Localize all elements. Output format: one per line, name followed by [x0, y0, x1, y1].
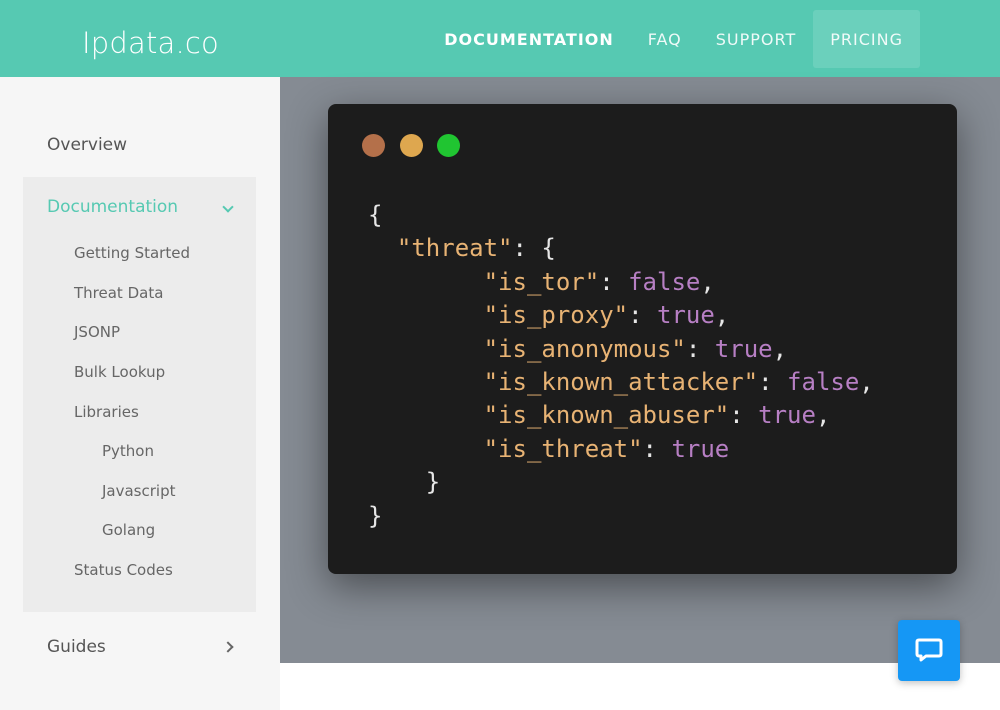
code-comma: ,: [714, 301, 730, 330]
code-value: true: [671, 434, 730, 463]
nav-pricing[interactable]: PRICING: [813, 10, 920, 68]
sidebar-item-threat-data[interactable]: Threat Data: [74, 284, 163, 302]
code-comma: ,: [700, 267, 715, 296]
hero-banner: { "threat": { "is_tor": false, "is_proxy…: [280, 77, 1000, 663]
code-key: "is_tor": [483, 267, 600, 296]
brand-logo[interactable]: Ipdata.co: [82, 26, 219, 60]
code-brace: }: [425, 468, 441, 497]
sidebar-item-bulk-lookup[interactable]: Bulk Lookup: [74, 363, 165, 381]
sidebar-group-documentation: Documentation Getting Started Threat Dat…: [23, 177, 256, 612]
code-comma: ,: [815, 401, 831, 430]
chat-bubble-icon: [915, 638, 943, 662]
sidebar-item-python[interactable]: Python: [102, 442, 154, 460]
sidebar-item-documentation[interactable]: Documentation: [47, 197, 178, 217]
code-punct: : {: [512, 234, 556, 263]
window-maximize-dot-icon: [437, 134, 460, 157]
chevron-right-icon[interactable]: [222, 641, 234, 653]
code-key: "threat": [396, 234, 513, 263]
code-comma: ,: [772, 334, 788, 363]
code-comma: ,: [859, 368, 874, 397]
sidebar-item-javascript[interactable]: Javascript: [102, 482, 175, 500]
chat-widget-button[interactable]: [898, 620, 960, 681]
sidebar-item-getting-started[interactable]: Getting Started: [74, 244, 190, 262]
code-key: "is_proxy": [483, 301, 629, 330]
sidebar-item-golang[interactable]: Golang: [102, 521, 155, 539]
top-header: Ipdata.co DOCUMENTATION FAQ SUPPORT PRIC…: [0, 0, 1000, 77]
sidebar-item-libraries[interactable]: Libraries: [74, 403, 139, 421]
json-code-block: { "threat": { "is_tor": false, "is_proxy…: [368, 201, 874, 530]
code-value: true: [657, 301, 715, 330]
code-value: false: [787, 368, 860, 397]
nav-support[interactable]: SUPPORT: [699, 10, 813, 68]
code-terminal-window: { "threat": { "is_tor": false, "is_proxy…: [328, 104, 957, 574]
sidebar-item-status-codes[interactable]: Status Codes: [74, 561, 173, 579]
code-key: "is_known_abuser": [483, 401, 730, 430]
code-value: false: [628, 267, 701, 296]
code-key: "is_anonymous": [483, 334, 686, 363]
code-brace: {: [368, 201, 383, 229]
code-key: "is_known_attacker": [483, 368, 759, 397]
window-minimize-dot-icon: [400, 134, 423, 157]
sidebar-item-guides[interactable]: Guides: [47, 637, 106, 657]
sidebar-item-overview[interactable]: Overview: [47, 135, 127, 155]
code-value: true: [758, 401, 816, 430]
chevron-down-icon[interactable]: [222, 201, 234, 213]
main-nav: DOCUMENTATION FAQ SUPPORT PRICING: [427, 10, 920, 68]
code-brace: }: [368, 501, 383, 530]
code-value: true: [714, 334, 773, 363]
sidebar: Overview Documentation Getting Started T…: [0, 77, 280, 710]
nav-documentation[interactable]: DOCUMENTATION: [427, 10, 631, 68]
code-key: "is_threat": [483, 434, 643, 463]
sidebar-item-jsonp[interactable]: JSONP: [74, 323, 120, 341]
nav-faq[interactable]: FAQ: [631, 10, 699, 68]
window-close-dot-icon: [362, 134, 385, 157]
